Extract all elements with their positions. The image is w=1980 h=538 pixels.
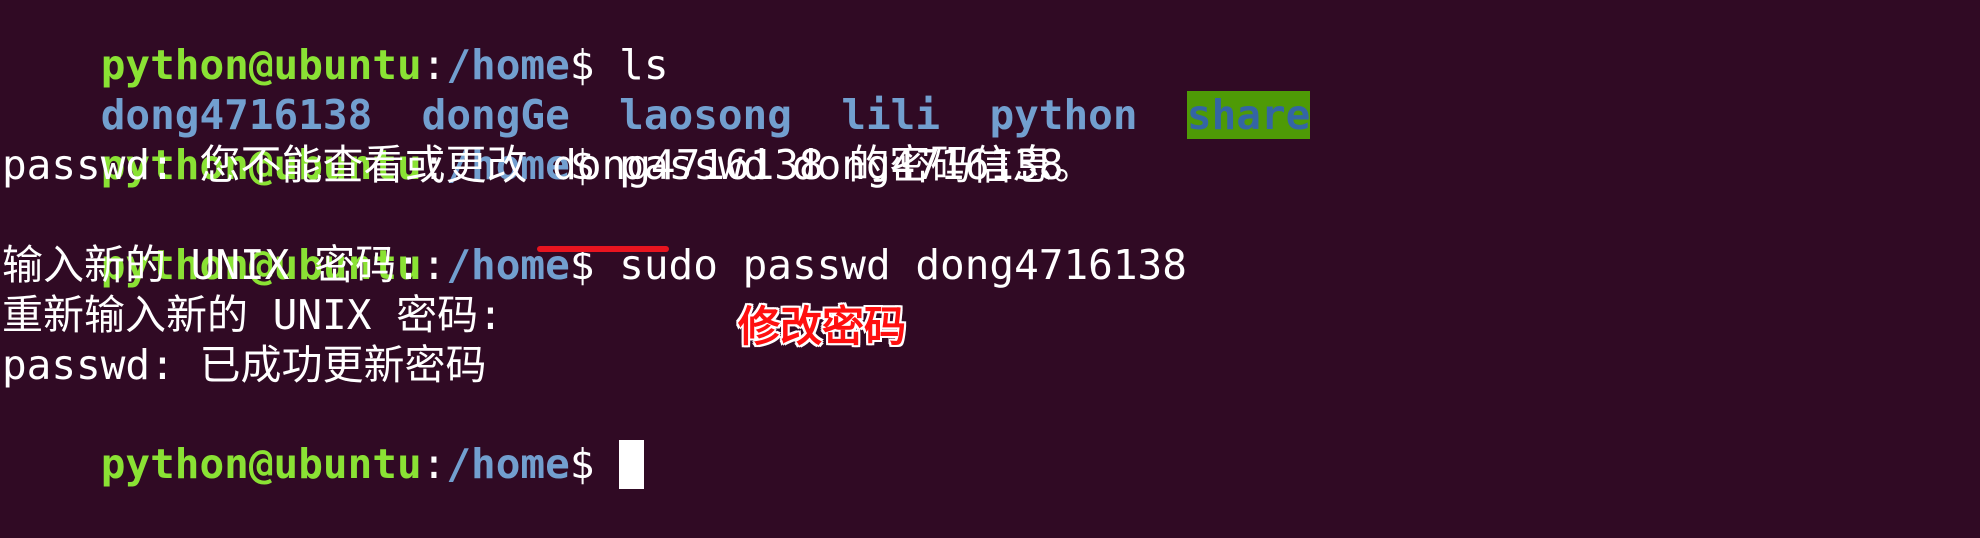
terminal-line-3: python@ubuntu:/home$ passwd dong4716138 (2, 92, 1064, 189)
password-retype-line: 重新输入新的 UNIX 密码: (2, 291, 503, 339)
terminal-cursor (619, 440, 645, 489)
password-prompt-line: 输入新的 UNIX 密码: (2, 241, 421, 289)
error-output-line: passwd: 您不能查看或更改 dong4716138 的密码信息。 (2, 141, 1095, 189)
prompt-user: python@ubuntu (100, 440, 422, 488)
sudo-underline-annotation (537, 246, 669, 252)
terminal-line-1: python@ubuntu:/home$ ls (2, 0, 669, 89)
prompt-colon: : (421, 241, 447, 289)
terminal-current-line[interactable]: python@ubuntu:/home$ (2, 391, 645, 489)
command-text: passwd dong4716138 (717, 241, 1187, 289)
prompt-path: /home (446, 440, 570, 488)
success-output-line: passwd: 已成功更新密码 (2, 341, 487, 389)
command-input-space[interactable] (594, 440, 619, 488)
prompt-dollar: $ (569, 440, 595, 488)
change-password-annotation: 修改密码 (738, 302, 907, 351)
terminal-line-5: python@ubuntu:/home$ sudo passwd dong471… (2, 192, 1187, 289)
prompt-colon: : (421, 440, 447, 488)
terminal-window[interactable]: python@ubuntu:/home$ ls dong4716138 dong… (2, 0, 1972, 528)
ls-output-line: dong4716138 dongGe laosong lili python s… (2, 42, 1311, 139)
shared-directory-item: share (1186, 91, 1311, 139)
